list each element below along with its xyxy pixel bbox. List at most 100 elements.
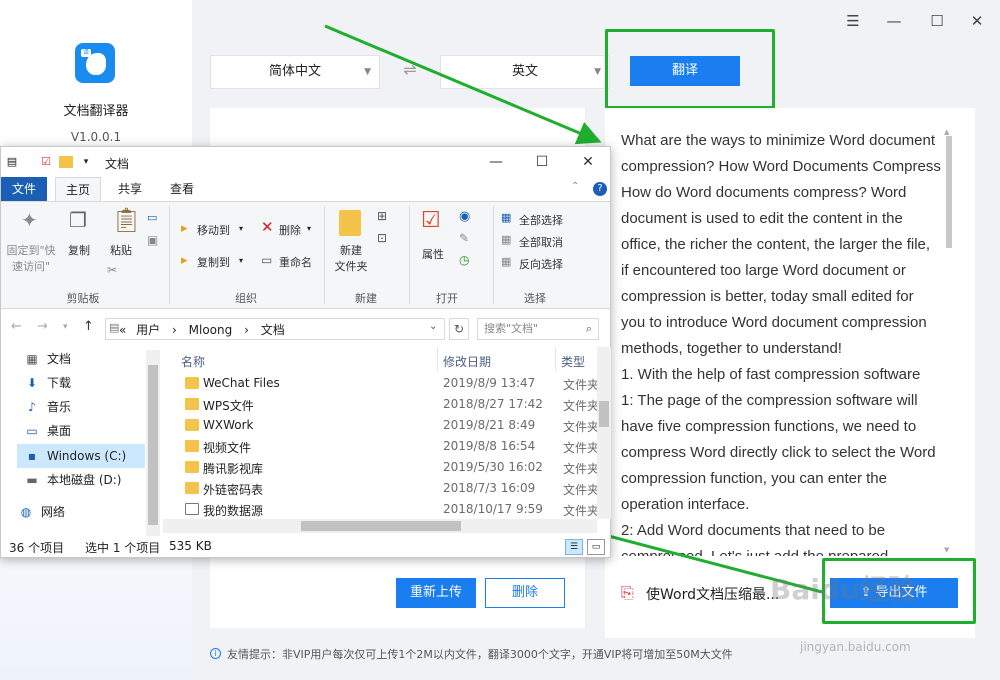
chevron-down-icon[interactable]: ▾ <box>307 224 311 233</box>
table-row[interactable]: WeChat Files 2019/8/9 13:47 文件夹 <box>163 373 597 394</box>
select-all-icon: ▦ <box>501 211 512 224</box>
breadcrumb-overflow[interactable]: « <box>119 323 126 337</box>
nav-item-label: 音乐 <box>47 400 72 414</box>
pin-icon[interactable]: ✦ <box>21 210 38 230</box>
column-separator[interactable] <box>437 347 438 371</box>
rename-button[interactable]: 重命名 <box>279 254 312 270</box>
select-none-button[interactable]: 全部取消 <box>519 234 563 250</box>
new-folder-button[interactable]: 新建 文件夹 <box>329 242 373 274</box>
explorer-delete-button[interactable]: 删除 <box>279 222 301 238</box>
table-row[interactable]: 我的数据源 2018/10/17 9:59 文件夹 <box>163 499 597 519</box>
copy-path-icon[interactable]: ▭ <box>147 212 157 223</box>
chevron-down-icon[interactable]: ▾ <box>239 224 243 233</box>
invert-selection-button[interactable]: 反向选择 <box>519 256 563 272</box>
table-row[interactable]: WXWork 2019/8/21 8:49 文件夹 <box>163 415 597 436</box>
up-icon[interactable]: ↑ <box>83 319 94 334</box>
column-date[interactable]: 修改日期 <box>443 353 491 370</box>
table-row[interactable]: 腾讯影视库 2019/5/30 16:02 文件夹 <box>163 457 597 478</box>
chevron-down-icon[interactable]: ▾ <box>239 256 243 265</box>
nav-item-documents[interactable]: ▦ 文档 <box>23 348 71 370</box>
windows-drive-icon: ▪ <box>27 449 37 463</box>
chevron-down-icon[interactable]: ▾ <box>79 155 93 169</box>
table-row[interactable]: 视频文件 2019/8/8 16:54 文件夹 <box>163 436 597 457</box>
explorer-title: 文档 <box>105 157 130 171</box>
column-separator[interactable] <box>555 347 556 371</box>
copy-button[interactable]: 复制 <box>63 242 95 258</box>
copy-icon[interactable]: ❐ <box>69 210 87 230</box>
forward-icon[interactable]: → <box>37 319 48 334</box>
file-name: 我的数据源 <box>203 504 264 518</box>
cut-icon[interactable]: ✂ <box>107 264 117 276</box>
nav-item-label: 网络 <box>41 505 66 519</box>
pin-quick-access-button[interactable]: 固定到"快 速访问" <box>3 242 59 274</box>
file-type: 文件夹 <box>563 483 597 497</box>
details-view-icon[interactable]: ☰ <box>565 539 583 555</box>
nav-item-desktop[interactable]: ▭ 桌面 <box>23 420 71 442</box>
refresh-icon[interactable]: ↻ <box>449 318 469 340</box>
folder-icon <box>185 398 199 410</box>
properties-quick-icon[interactable]: ☑ <box>39 155 53 169</box>
move-to-button[interactable]: 移动到 <box>197 222 230 238</box>
history-icon[interactable]: ◷ <box>459 254 469 266</box>
table-row[interactable]: 外链密码表 2018/7/3 16:09 文件夹 <box>163 478 597 499</box>
nav-item-network[interactable]: ◍ 网络 <box>17 501 65 523</box>
file-list-vertical-thumb[interactable] <box>599 401 609 427</box>
chevron-down-icon[interactable]: ▾ <box>63 322 68 332</box>
nav-item-downloads[interactable]: ⬇ 下载 <box>23 372 71 394</box>
rename-icon: ▭ <box>261 253 273 267</box>
new-item-icon[interactable]: ⊞ <box>377 210 387 222</box>
file-date: 2019/8/8 16:54 <box>443 439 536 453</box>
network-icon: ◍ <box>20 505 32 519</box>
nav-item-drive-d[interactable]: ▬ 本地磁盘 (D:) <box>23 469 121 491</box>
chevron-down-icon[interactable]: ⌄ <box>429 321 437 332</box>
explorer-minimize-button[interactable]: — <box>485 151 507 173</box>
properties-icon[interactable]: ☑ <box>421 210 441 232</box>
folder-icon <box>185 419 199 431</box>
breadcrumb-users[interactable]: 用户 <box>136 323 160 337</box>
back-icon[interactable]: ← <box>11 319 22 334</box>
watermark-url: jingyan.baidu.com <box>800 640 911 654</box>
tab-home[interactable]: 主页 <box>55 177 101 201</box>
column-name[interactable]: 名称 <box>181 353 205 370</box>
file-list-vertical-scrollbar[interactable] <box>597 347 611 519</box>
explorer-maximize-button[interactable]: ☐ <box>531 151 553 173</box>
select-all-button[interactable]: 全部选择 <box>519 212 563 228</box>
search-input[interactable]: 搜索"文档" ⌕ <box>477 318 599 340</box>
file-date: 2018/10/17 9:59 <box>443 502 543 516</box>
nav-item-music[interactable]: ♪ 音乐 <box>23 396 71 418</box>
nav-item-drive-c[interactable]: ▪ Windows (C:) <box>23 445 126 467</box>
breadcrumb-user[interactable]: Mloong <box>189 323 233 337</box>
help-icon[interactable]: ? <box>593 182 607 196</box>
ribbon-separator <box>409 206 410 304</box>
easy-access-icon[interactable]: ⊡ <box>377 232 387 244</box>
edit-icon[interactable]: ✎ <box>459 232 469 244</box>
copy-to-icon: ▸ <box>181 253 188 268</box>
properties-button[interactable]: 属性 <box>417 246 449 262</box>
explorer-close-button[interactable]: ✕ <box>577 151 599 173</box>
table-row[interactable]: WPS文件 2018/8/27 17:42 文件夹 <box>163 394 597 415</box>
folder-icon <box>185 440 199 452</box>
copy-to-button[interactable]: 复制到 <box>197 254 230 270</box>
file-type: 文件夹 <box>563 378 597 392</box>
chevron-up-icon[interactable]: ⌃ <box>571 181 579 192</box>
open-icon[interactable]: ◉ <box>459 210 470 223</box>
select-group-label: 选择 <box>524 292 546 305</box>
tab-view[interactable]: 查看 <box>159 177 205 201</box>
file-list-horizontal-thumb[interactable] <box>301 521 461 531</box>
file-date: 2019/8/9 13:47 <box>443 376 536 390</box>
large-icons-view-icon[interactable]: ▭ <box>587 539 605 555</box>
folder-quick-icon[interactable] <box>59 156 73 168</box>
file-date: 2018/8/27 17:42 <box>443 397 543 411</box>
breadcrumb-documents[interactable]: 文档 <box>261 323 285 337</box>
breadcrumb[interactable]: « 用户 › Mloong › 文档 <box>119 321 285 338</box>
invert-selection-icon: ▦ <box>501 255 512 268</box>
navigation-scrollbar-thumb[interactable] <box>148 365 158 525</box>
tab-share[interactable]: 共享 <box>107 177 153 201</box>
tab-file[interactable]: 文件 <box>1 177 47 201</box>
paste-shortcut-icon[interactable]: ▣ <box>147 234 158 246</box>
paste-icon[interactable]: 📋︎ <box>111 208 141 232</box>
paste-button[interactable]: 粘贴 <box>105 242 137 258</box>
new-folder-icon[interactable] <box>339 210 361 236</box>
breadcrumb-separator-icon: › <box>244 323 249 337</box>
column-type[interactable]: 类型 <box>561 353 585 370</box>
